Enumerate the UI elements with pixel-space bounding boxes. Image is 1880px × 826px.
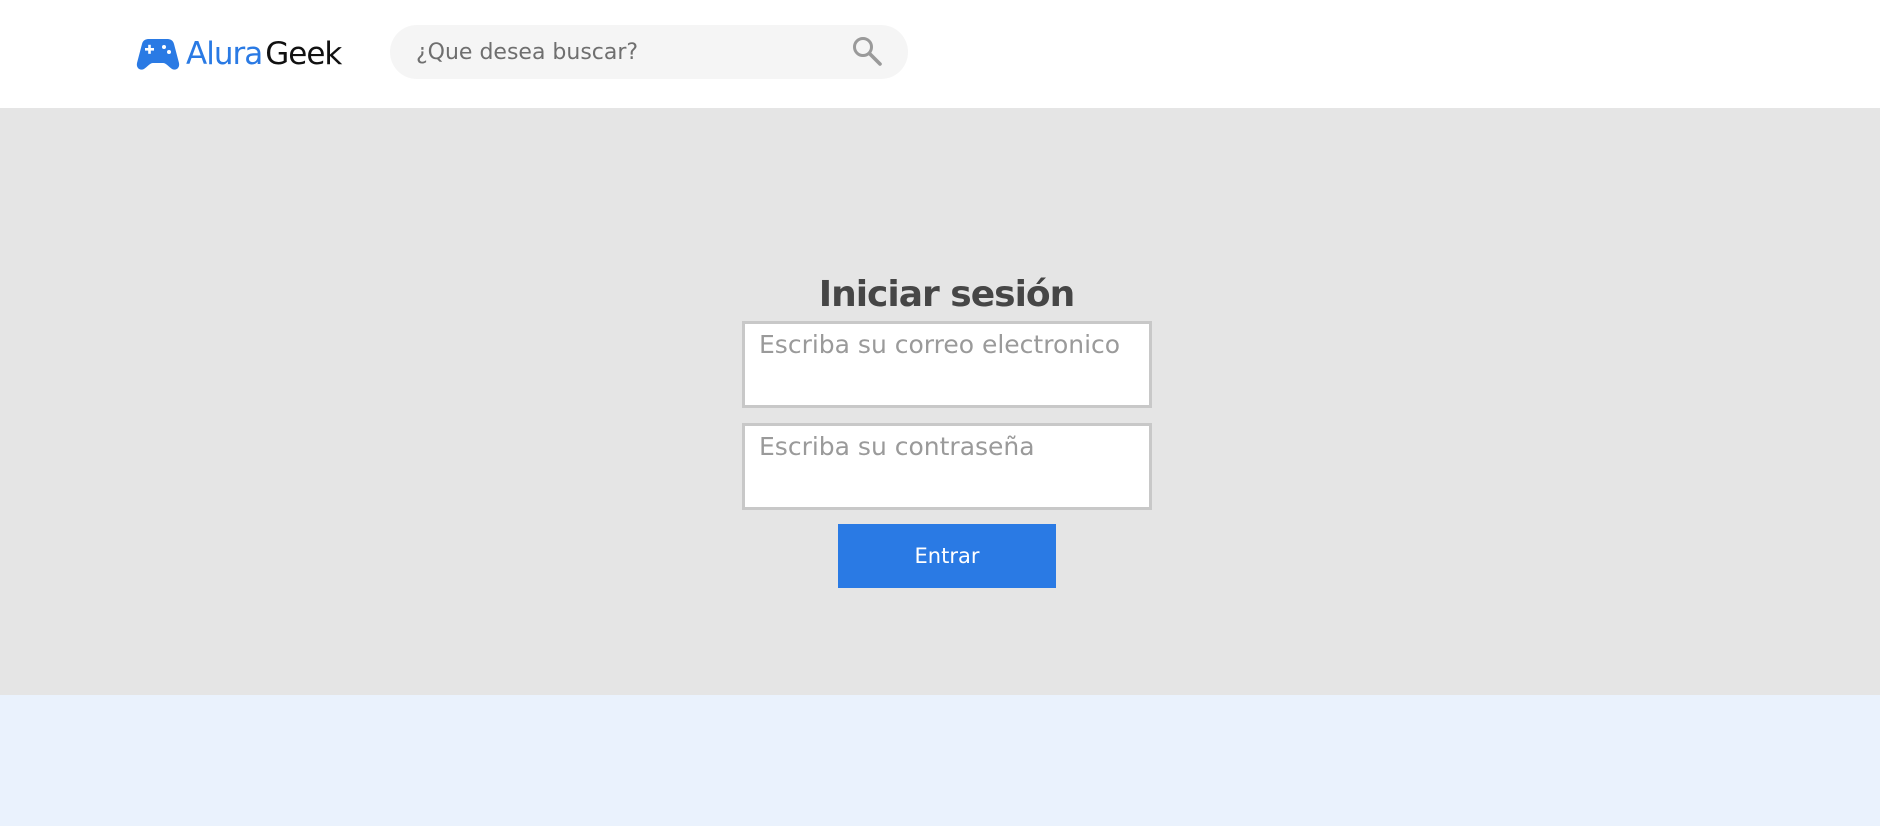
logo-text-alura: Alura <box>186 36 263 72</box>
search-icon[interactable] <box>852 36 882 66</box>
gamepad-icon <box>136 39 180 70</box>
footer-band <box>0 695 1880 826</box>
site-header: Alura Geek <box>0 0 1880 108</box>
login-section: Iniciar sesión Entrar <box>0 108 1880 695</box>
page-title: Iniciar sesión <box>818 274 1076 316</box>
logo[interactable]: Alura Geek <box>136 34 342 74</box>
login-button[interactable]: Entrar <box>838 524 1056 588</box>
email-field[interactable] <box>742 321 1152 408</box>
logo-text-geek: Geek <box>265 36 342 72</box>
search-input[interactable] <box>416 25 836 79</box>
password-field[interactable] <box>742 423 1152 510</box>
search-bar <box>390 25 908 79</box>
